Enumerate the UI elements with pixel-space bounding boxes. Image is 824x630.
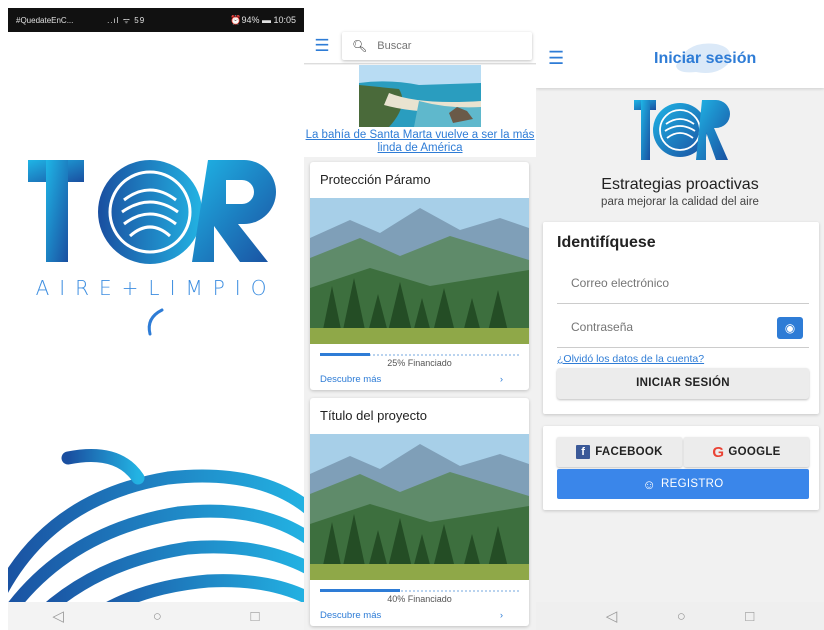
search-icon: 🔍︎ <box>352 38 368 53</box>
discover-more-label: Descubre más <box>320 609 382 621</box>
feed-screen: ☰ 🔍︎ La bahía de Santa Marta vuelve a se… <box>304 28 536 630</box>
discover-more-link[interactable]: Descubre más › <box>310 368 529 390</box>
nav-home-icon[interactable]: ○ <box>677 608 686 625</box>
social-login: f FACEBOOK G GOOGLE ☺ REGISTRO <box>543 426 819 510</box>
top-bar: ☰ 🔍︎ <box>304 28 536 64</box>
funding-text: 25% Financiado <box>387 358 452 368</box>
battery-clock: ⏰94% ▬ 10:05 <box>230 14 296 25</box>
app-logo <box>28 160 276 264</box>
progress-fill <box>320 353 370 356</box>
google-icon: G <box>712 443 725 461</box>
search-box[interactable]: 🔍︎ <box>342 31 532 60</box>
google-button[interactable]: G GOOGLE <box>684 437 809 467</box>
status-notification: #QuedateEnC... <box>16 15 74 25</box>
decorative-swirl <box>8 449 304 618</box>
facebook-label: FACEBOOK <box>595 446 663 458</box>
search-input[interactable] <box>377 39 518 52</box>
social-buttons-row: f FACEBOOK G GOOGLE <box>557 437 809 467</box>
register-label: REGISTRO <box>661 478 724 490</box>
nav-home-icon[interactable]: ○ <box>153 608 162 625</box>
news-image <box>359 65 481 127</box>
top-bar: ☰ Iniciar sesión <box>536 28 824 88</box>
project-title: Protección Páramo <box>320 172 431 187</box>
email-field[interactable] <box>557 264 809 304</box>
nav-recent-icon[interactable]: □ <box>745 608 754 625</box>
news-item[interactable]: La bahía de Santa Marta vuelve a ser la … <box>304 65 536 157</box>
form-title: Identifíquese <box>557 234 656 251</box>
loading-spinner-icon <box>147 308 164 336</box>
project-image <box>310 434 529 580</box>
login-button[interactable]: INICIAR SESIÓN <box>557 368 809 399</box>
password-field[interactable]: ◉ <box>557 308 809 348</box>
funding-text: 40% Financiado <box>387 594 452 604</box>
facebook-button[interactable]: f FACEBOOK <box>557 437 682 467</box>
system-nav-bar: ◁ ○ □ <box>536 602 824 630</box>
email-input[interactable] <box>557 264 757 302</box>
google-label: GOOGLE <box>728 446 781 458</box>
funding-progress: 40% Financiado <box>320 586 519 604</box>
menu-icon[interactable]: ☰ <box>548 48 564 69</box>
discover-more-label: Descubre más <box>320 373 382 385</box>
password-input[interactable] <box>557 308 757 346</box>
discover-more-link[interactable]: Descubre más › <box>310 604 529 626</box>
news-title-link[interactable]: La bahía de Santa Marta vuelve a ser la … <box>304 129 536 155</box>
nav-back-icon[interactable]: ◁ <box>606 607 618 625</box>
nav-back-icon[interactable]: ◁ <box>52 607 64 625</box>
project-card[interactable]: Título del proyecto 40% Financiado Descu… <box>310 398 529 626</box>
splash-screen: #QuedateEnC... ..ıl ᯤ 59 ⏰94% ▬ 10:05 AI… <box>8 8 304 630</box>
progress-fill <box>320 589 400 592</box>
user-icon: ☺ <box>642 476 657 492</box>
headline: Estrategias proactivas <box>601 176 759 193</box>
funding-progress: 25% Financiado <box>320 350 519 368</box>
status-bar: #QuedateEnC... ..ıl ᯤ 59 ⏰94% ▬ 10:05 <box>8 8 304 32</box>
project-title: Título del proyecto <box>320 408 427 423</box>
page-title: Iniciar sesión <box>654 50 757 67</box>
show-password-icon[interactable]: ◉ <box>777 317 803 339</box>
project-card[interactable]: Protección Páramo 25% Financiado Descubr… <box>310 162 529 390</box>
register-button[interactable]: ☺ REGISTRO <box>557 469 809 499</box>
menu-icon[interactable]: ☰ <box>304 36 340 56</box>
tagline: AIRE+LIMPIO <box>35 276 277 300</box>
facebook-icon: f <box>576 445 591 459</box>
chevron-right-icon: › <box>499 373 503 385</box>
signal-icon: ..ıl ᯤ 59 <box>107 15 146 25</box>
project-image <box>310 198 529 344</box>
login-screen: ☰ Iniciar sesión Estrategias proactivas … <box>536 28 824 630</box>
nav-recent-icon[interactable]: □ <box>251 608 260 625</box>
app-logo <box>634 100 730 160</box>
login-form: Identifíquese ◉ ¿Olvidó los datos de la … <box>543 222 819 414</box>
subheadline: para mejorar la calidad del aire <box>601 196 759 208</box>
system-nav-bar: ◁ ○ □ <box>8 602 304 630</box>
forgot-account-link[interactable]: ¿Olvidó los datos de la cuenta? <box>557 353 704 365</box>
chevron-right-icon: › <box>499 609 503 621</box>
